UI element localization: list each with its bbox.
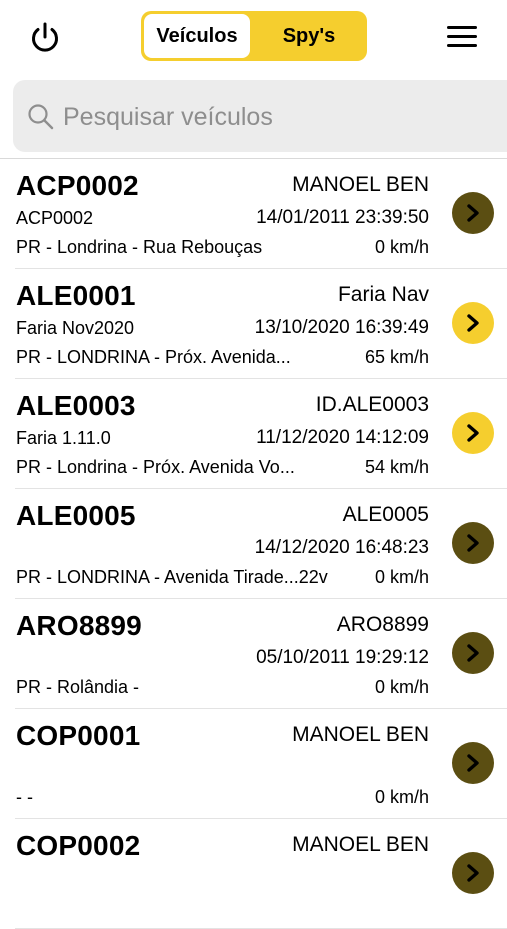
detail-button[interactable] — [452, 192, 494, 234]
vehicle-list: ACP0002 MANOEL BEN ACP0002 14/01/2011 23… — [0, 159, 507, 929]
vehicle-plate: ALE0001 — [16, 280, 136, 311]
search-box — [13, 80, 507, 152]
detail-button[interactable] — [452, 852, 494, 894]
vehicle-plate: COP0001 — [16, 720, 141, 751]
vehicle-location: - - — [16, 787, 33, 807]
vehicle-plate: ARO8899 — [16, 610, 142, 641]
vehicle-speed: 54 km/h — [364, 457, 429, 477]
menu-button[interactable] — [444, 22, 480, 52]
vehicle-subtitle: Faria 1.11.0 — [16, 428, 111, 448]
vehicle-name: ALE0005 — [342, 503, 429, 526]
vehicle-row[interactable]: ALE0001 Faria Nav Faria Nov2020 13/10/20… — [0, 269, 507, 379]
chevron-right-icon — [467, 534, 479, 552]
vehicle-location: PR - Londrina - Próx. Avenida Vo... — [16, 457, 295, 477]
vehicle-row[interactable]: COP0002 MANOEL BEN — [0, 819, 507, 929]
vehicle-name: MANOEL BEN — [292, 723, 429, 746]
detail-button[interactable] — [452, 302, 494, 344]
vehicle-datetime: 14/01/2011 23:39:50 — [256, 207, 429, 228]
chevron-right-icon — [467, 424, 479, 442]
vehicle-speed: 0 km/h — [374, 237, 429, 257]
vehicle-name: Faria Nav — [337, 283, 429, 306]
vehicle-datetime: 13/10/2020 16:39:49 — [254, 317, 429, 338]
vehicle-name: ID.ALE0003 — [315, 393, 429, 416]
vehicle-plate: COP0002 — [16, 830, 141, 861]
tab-spys[interactable]: Spy's — [253, 14, 365, 58]
chevron-right-icon — [467, 314, 479, 332]
vehicle-speed: 0 km/h — [374, 787, 429, 807]
vehicle-plate: ACP0002 — [16, 170, 139, 201]
vehicle-location: PR - Londrina - Rua Rebouças — [16, 237, 263, 257]
power-button[interactable] — [25, 18, 65, 58]
detail-button[interactable] — [452, 742, 494, 784]
tab-veiculos[interactable]: Veículos — [144, 14, 250, 58]
vehicle-row[interactable]: ACP0002 MANOEL BEN ACP0002 14/01/2011 23… — [0, 159, 507, 269]
chevron-right-icon — [467, 204, 479, 222]
vehicle-plate: ALE0003 — [16, 390, 136, 421]
chevron-right-icon — [467, 754, 479, 772]
vehicle-location: PR - Rolândia - — [16, 677, 140, 697]
vehicle-subtitle: ACP0002 — [16, 208, 94, 228]
vehicle-name: MANOEL BEN — [292, 173, 429, 196]
vehicle-location: PR - LONDRINA - Próx. Avenida... — [16, 347, 291, 367]
chevron-right-icon — [467, 644, 479, 662]
vehicle-name: MANOEL BEN — [292, 833, 429, 856]
vehicle-datetime: 11/12/2020 14:12:09 — [256, 427, 429, 448]
vehicle-speed: 0 km/h — [374, 677, 429, 697]
search-bar — [0, 72, 507, 159]
vehicle-row[interactable]: ALE0005 ALE0005 14/12/2020 16:48:23 PR -… — [0, 489, 507, 599]
vehicle-plate: ALE0005 — [16, 500, 136, 531]
search-input[interactable] — [61, 98, 485, 136]
detail-button[interactable] — [452, 412, 494, 454]
vehicle-row[interactable]: ARO8899 ARO8899 05/10/2011 19:29:12 PR -… — [0, 599, 507, 709]
vehicle-row[interactable]: ALE0003 ID.ALE0003 Faria 1.11.0 11/12/20… — [0, 379, 507, 489]
vehicle-datetime: 05/10/2011 19:29:12 — [256, 647, 429, 668]
vehicle-speed: 65 km/h — [364, 347, 429, 367]
search-icon — [28, 104, 54, 130]
vehicle-name: ARO8899 — [336, 613, 429, 636]
chevron-right-icon — [467, 864, 479, 882]
vehicle-location: PR - LONDRINA - Avenida Tirade...22v — [16, 567, 328, 587]
detail-button[interactable] — [452, 522, 494, 564]
power-icon — [32, 22, 58, 52]
detail-button[interactable] — [452, 632, 494, 674]
vehicle-subtitle: Faria Nov2020 — [16, 318, 135, 338]
segmented-control: Veículos Spy's — [141, 11, 367, 61]
top-bar: Veículos Spy's — [0, 0, 507, 73]
vehicle-datetime: 14/12/2020 16:48:23 — [254, 537, 429, 558]
vehicle-row[interactable]: COP0001 MANOEL BEN - - 0 km/h — [0, 709, 507, 819]
vehicle-speed: 0 km/h — [374, 567, 429, 587]
